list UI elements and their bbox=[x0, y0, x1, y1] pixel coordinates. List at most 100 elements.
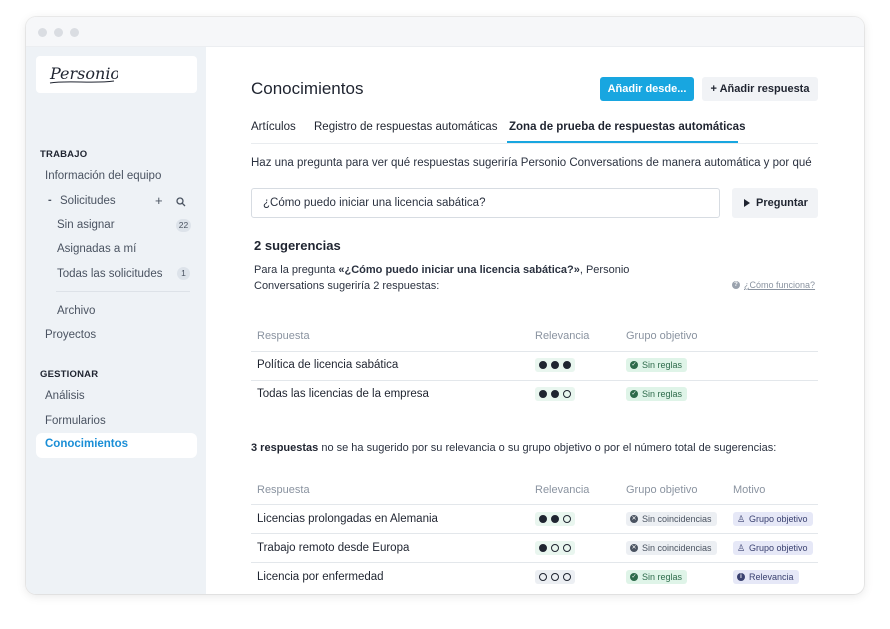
search-icon[interactable] bbox=[176, 197, 186, 207]
status-badge: ✓ Sin reglas bbox=[626, 570, 688, 584]
table-row-answer[interactable]: Todas las licencias de la empresa bbox=[257, 388, 429, 400]
sidebar-item-requests[interactable]: Solicitudes bbox=[60, 195, 116, 207]
tabs-divider bbox=[251, 143, 818, 144]
check-icon: ✓ bbox=[630, 361, 638, 369]
all-requests-count-badge: 1 bbox=[177, 267, 190, 280]
suggestions-title: 2 sugerencias bbox=[254, 238, 341, 253]
table-divider bbox=[251, 380, 818, 381]
logo[interactable]: Personio bbox=[36, 56, 197, 93]
status-badge: ✕ Sin coincidencias bbox=[626, 512, 717, 526]
relevance-dot bbox=[551, 390, 559, 398]
relevance-indicator bbox=[535, 570, 575, 584]
relevance-dot bbox=[563, 361, 571, 369]
status-badge: ✓ Sin reglas bbox=[626, 358, 688, 372]
ask-button[interactable]: Preguntar bbox=[732, 188, 818, 218]
ask-button-label: Preguntar bbox=[756, 197, 808, 209]
relevance-dot bbox=[563, 544, 571, 552]
relevance-indicator bbox=[535, 512, 575, 526]
question-input[interactable] bbox=[251, 188, 720, 218]
relevance-dot bbox=[563, 390, 571, 398]
tab-articles[interactable]: Artículos bbox=[251, 121, 296, 133]
relevance-dot bbox=[539, 573, 547, 581]
playground-intro: Haz una pregunta para ver qué respuestas… bbox=[251, 157, 812, 169]
sidebar-item-all-requests[interactable]: Todas las solicitudes bbox=[57, 268, 162, 280]
collapse-icon[interactable]: - bbox=[48, 194, 52, 206]
sidebar-item-archive[interactable]: Archivo bbox=[57, 305, 95, 317]
add-icon[interactable]: + bbox=[155, 193, 163, 208]
sidebar-item-forms[interactable]: Formularios bbox=[45, 415, 106, 427]
relevance-indicator bbox=[535, 358, 575, 372]
person-icon: ♙ bbox=[737, 543, 746, 553]
window-close-dot[interactable] bbox=[38, 28, 47, 37]
table-divider bbox=[251, 504, 818, 505]
how-it-works-link[interactable]: ¿Cómo funciona? bbox=[744, 280, 815, 290]
relevance-dot bbox=[539, 361, 547, 369]
relevance-dot bbox=[551, 361, 559, 369]
personio-logo-icon: Personio bbox=[49, 64, 118, 84]
col-reason-header: Motivo bbox=[733, 484, 766, 496]
relevance-dot bbox=[551, 544, 559, 552]
table-divider bbox=[251, 562, 818, 563]
sidebar-item-projects[interactable]: Proyectos bbox=[45, 329, 96, 341]
col-relevance-header: Relevancia bbox=[535, 484, 590, 496]
relevance-dot bbox=[551, 573, 559, 581]
col-answer-header: Respuesta bbox=[257, 484, 310, 496]
table-row-answer[interactable]: Política de licencia sabática bbox=[257, 359, 398, 371]
active-tab-indicator bbox=[507, 141, 738, 143]
relevance-indicator bbox=[535, 387, 575, 401]
svg-text:Personio: Personio bbox=[49, 64, 118, 83]
app-window: Personio TRABAJO Información del equipo … bbox=[26, 17, 864, 594]
sidebar-divider bbox=[56, 291, 190, 292]
col-relevance-header: Relevancia bbox=[535, 330, 590, 342]
sidebar-item-knowledge[interactable]: Conocimientos bbox=[36, 433, 197, 458]
info-icon: i bbox=[737, 573, 745, 581]
nav-section-trabajo: TRABAJO bbox=[40, 149, 88, 160]
col-target-group-header: Grupo objetivo bbox=[626, 484, 698, 496]
sidebar-item-unassigned[interactable]: Sin asignar bbox=[57, 219, 115, 231]
relevance-indicator bbox=[535, 541, 575, 555]
window-minimize-dot[interactable] bbox=[54, 28, 63, 37]
person-icon: ♙ bbox=[737, 514, 746, 524]
page-title: Conocimientos bbox=[251, 79, 364, 98]
close-icon: ✕ bbox=[630, 515, 638, 523]
tab-auto-answers-playground[interactable]: Zona de prueba de respuestas automáticas bbox=[509, 121, 745, 133]
status-badge: ✓ Sin reglas bbox=[626, 387, 688, 401]
table-row-answer[interactable]: Trabajo remoto desde Europa bbox=[257, 542, 409, 554]
relevance-dot bbox=[539, 544, 547, 552]
add-answer-button[interactable]: + Añadir respuesta bbox=[702, 77, 818, 101]
col-target-group-header: Grupo objetivo bbox=[626, 330, 698, 342]
help-icon: ? bbox=[732, 281, 740, 289]
table-row-answer[interactable]: Licencia por enfermedad bbox=[257, 571, 384, 583]
check-icon: ✓ bbox=[630, 390, 638, 398]
unassigned-count-badge: 22 bbox=[176, 219, 191, 232]
status-badge: ✕ Sin coincidencias bbox=[626, 541, 717, 555]
relevance-dot bbox=[563, 515, 571, 523]
not-suggested-summary: 3 respuestas no se ha sugerido por su re… bbox=[251, 442, 777, 454]
main-content: Conocimientos Añadir desde... + Añadir r… bbox=[206, 47, 864, 594]
reason-badge: ♙ Grupo objetivo bbox=[733, 541, 813, 555]
tab-auto-answers-log[interactable]: Registro de respuestas automáticas bbox=[314, 121, 497, 133]
close-icon: ✕ bbox=[630, 544, 638, 552]
sidebar-item-team-info[interactable]: Información del equipo bbox=[45, 170, 161, 182]
suggestions-description: Para la pregunta «¿Cómo puedo iniciar un… bbox=[254, 264, 630, 292]
check-icon: ✓ bbox=[630, 573, 638, 581]
table-divider bbox=[251, 533, 818, 534]
window-titlebar bbox=[26, 17, 864, 47]
relevance-dot bbox=[539, 390, 547, 398]
col-answer-header: Respuesta bbox=[257, 330, 310, 342]
table-divider bbox=[251, 351, 818, 352]
sidebar: Personio TRABAJO Información del equipo … bbox=[26, 47, 206, 594]
relevance-dot bbox=[563, 573, 571, 581]
reason-badge: ♙ Grupo objetivo bbox=[733, 512, 813, 526]
nav-section-gestionar: GESTIONAR bbox=[40, 369, 99, 380]
sidebar-item-analysis[interactable]: Análisis bbox=[45, 390, 85, 402]
sidebar-item-assigned-to-me[interactable]: Asignadas a mí bbox=[57, 243, 136, 255]
reason-badge: i Relevancia bbox=[733, 570, 799, 584]
relevance-dot bbox=[551, 515, 559, 523]
window-maximize-dot[interactable] bbox=[70, 28, 79, 37]
add-from-button[interactable]: Añadir desde... bbox=[600, 77, 694, 101]
play-icon bbox=[744, 199, 750, 207]
relevance-dot bbox=[539, 515, 547, 523]
sidebar-item-knowledge-label: Conocimientos bbox=[45, 438, 129, 450]
table-row-answer[interactable]: Licencias prolongadas en Alemania bbox=[257, 513, 438, 525]
